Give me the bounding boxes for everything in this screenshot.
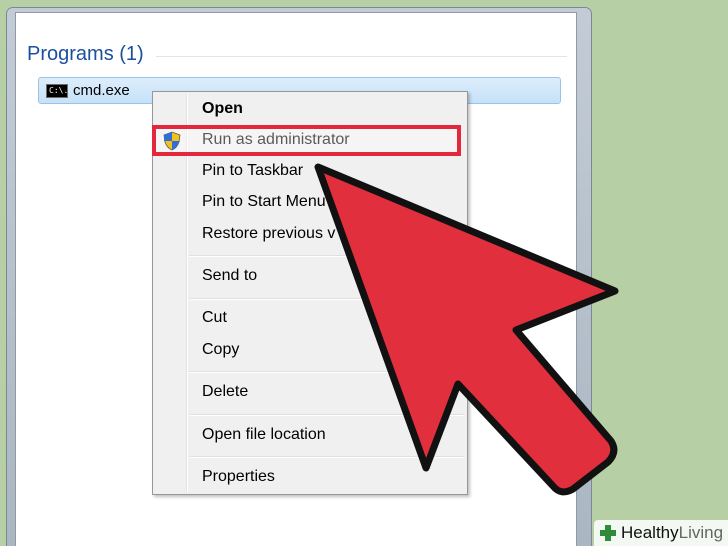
- menu-item-copy[interactable]: Copy: [202, 340, 239, 360]
- menu-separator: [189, 456, 464, 458]
- menu-item-cut[interactable]: Cut: [202, 308, 227, 328]
- highlight-run-as-administrator: [152, 125, 461, 156]
- menu-item-restore-previous-versions[interactable]: Restore previous v: [202, 224, 335, 244]
- menu-item-send-to[interactable]: Send to: [202, 266, 257, 286]
- menu-item-open[interactable]: Open: [202, 99, 243, 119]
- watermark-brand-bold: Healthy: [621, 523, 679, 542]
- menu-separator: [189, 255, 464, 257]
- section-title: Programs (1): [27, 43, 144, 65]
- command-prompt-icon: C:\.: [46, 84, 68, 98]
- menu-separator: [189, 298, 464, 300]
- uac-shield-icon: [163, 131, 181, 151]
- menu-item-pin-to-start-menu[interactable]: Pin to Start Menu: [202, 192, 326, 212]
- result-label: cmd.exe: [73, 82, 130, 99]
- menu-item-open-file-location[interactable]: Open file location: [202, 425, 326, 445]
- screenshot-stage: Programs (1) C:\. cmd.exe Open Run as ad…: [0, 0, 728, 546]
- menu-item-properties[interactable]: Properties: [202, 467, 275, 487]
- watermark: HealthyLiving: [594, 520, 728, 546]
- section-divider: [155, 55, 567, 57]
- menu-item-delete[interactable]: Delete: [202, 382, 248, 402]
- watermark-brand-light: Living: [678, 523, 724, 542]
- menu-item-pin-to-taskbar[interactable]: Pin to Taskbar: [202, 161, 303, 181]
- programs-section-header: Programs (1): [27, 43, 567, 66]
- menu-separator: [189, 414, 464, 416]
- menu-separator: [189, 371, 464, 373]
- healthy-living-logo-icon: [600, 525, 616, 541]
